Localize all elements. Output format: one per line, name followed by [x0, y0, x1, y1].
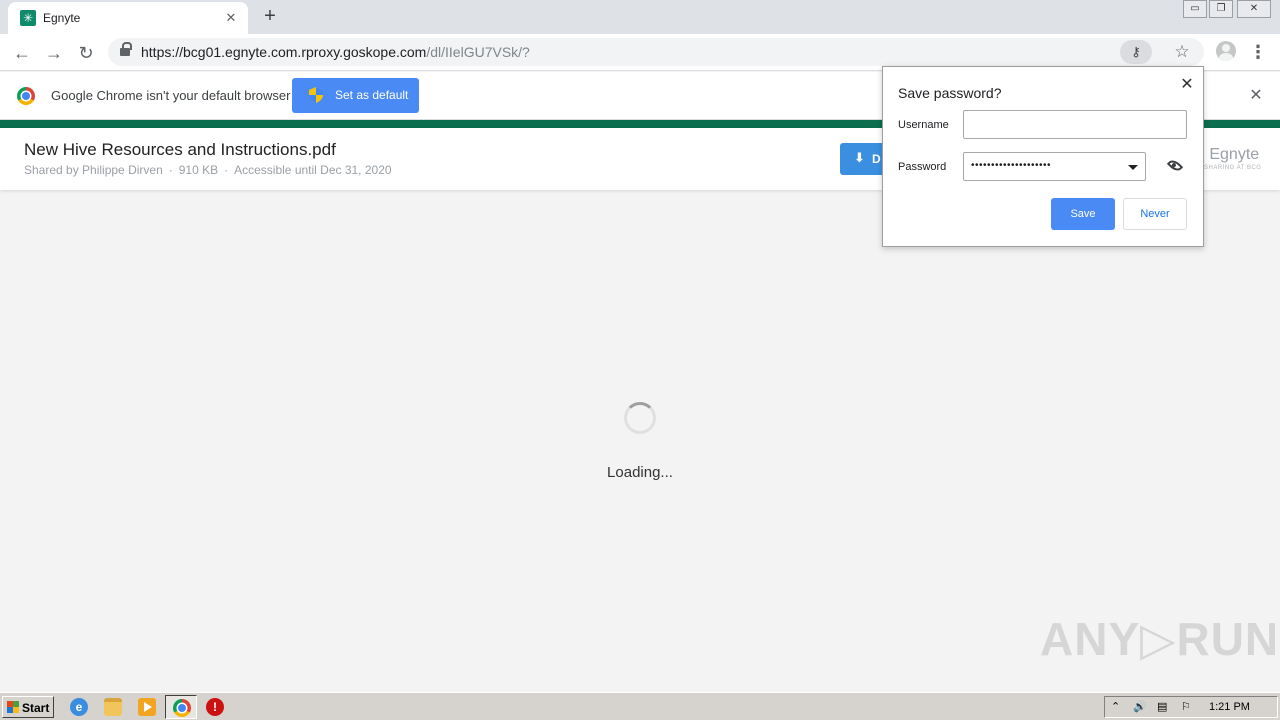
chrome-taskbar-icon — [173, 699, 191, 717]
password-label: Password — [898, 161, 947, 173]
file-explorer-icon[interactable] — [104, 698, 122, 716]
password-value: •••••••••••••••••••• — [971, 160, 1052, 171]
dialog-close-icon[interactable]: ✕ — [1177, 75, 1197, 95]
accessible-until: Accessible until Dec 31, 2020 — [234, 163, 392, 177]
tab-egnyte[interactable]: ✳ Egnyte ✕ — [8, 2, 248, 34]
chrome-logo-icon — [17, 87, 35, 105]
set-default-label: Set as default — [335, 88, 409, 102]
username-field[interactable] — [963, 110, 1187, 139]
document-meta: Shared by Philippe Dirven · 910 KB · Accessi… — [24, 163, 392, 177]
show-password-eye-icon[interactable] — [1166, 157, 1184, 174]
save-button[interactable]: Save — [1051, 198, 1115, 230]
lock-icon — [120, 42, 132, 57]
volume-icon[interactable]: 🔊 — [1133, 700, 1147, 713]
anyrun-watermark: ANY▷RUN — [1040, 613, 1280, 665]
network-icon[interactable]: ▤ — [1157, 700, 1167, 713]
action-center-flag-icon[interactable]: ⚐ — [1181, 700, 1191, 713]
window-close-button[interactable]: ✕ — [1237, 0, 1271, 18]
loading-text: Loading... — [607, 464, 673, 481]
save-password-dialog: Save password? ✕ Username Password •••••… — [882, 66, 1204, 247]
infobar-message: Google Chrome isn't your default browser — [51, 88, 291, 103]
media-player-icon[interactable] — [138, 698, 156, 716]
egnyte-tagline: SHARING AT BCG — [1204, 165, 1262, 171]
dropdown-caret-icon[interactable] — [1128, 165, 1138, 170]
tray-expand-icon[interactable]: ⌃ — [1111, 700, 1120, 713]
document-title: New Hive Resources and Instructions.pdf — [24, 140, 336, 159]
dialog-title: Save password? — [898, 85, 1002, 101]
never-button[interactable]: Never — [1123, 198, 1187, 230]
loading-spinner-icon — [624, 402, 656, 434]
download-icon: ⬇ — [854, 150, 865, 165]
taskbar-clock[interactable]: 1:21 PM — [1209, 701, 1250, 713]
windows-flag-icon — [7, 701, 19, 713]
egnyte-logo: n Egnyte — [1196, 146, 1260, 163]
shared-by: Shared by Philippe Dirven — [24, 163, 163, 177]
reload-icon[interactable]: ↻ — [74, 41, 98, 65]
internet-explorer-icon[interactable]: e — [70, 698, 88, 716]
bookmark-star-icon[interactable]: ☆ — [1170, 40, 1194, 64]
infobar-close-icon[interactable]: ✕ — [1246, 86, 1266, 106]
chrome-taskbar-button[interactable] — [165, 695, 197, 719]
file-size: 910 KB — [178, 163, 219, 177]
forward-icon[interactable]: → — [42, 41, 66, 65]
tab-strip: ✳ Egnyte ✕ + ▭ ❐ ✕ — [0, 0, 1280, 34]
new-tab-button[interactable]: + — [260, 6, 280, 26]
tab-close-icon[interactable]: ✕ — [222, 9, 240, 27]
tab-title: Egnyte — [43, 11, 81, 25]
start-button[interactable]: Start — [2, 696, 54, 718]
url-text[interactable]: https://bcg01.egnyte.com.rproxy.goskope.… — [141, 44, 530, 60]
back-icon[interactable]: ← — [10, 41, 34, 65]
address-bar[interactable]: https://bcg01.egnyte.com.rproxy.goskope.… — [108, 38, 1204, 66]
start-label: Start — [22, 701, 50, 715]
profile-avatar-icon[interactable] — [1216, 41, 1236, 61]
username-label: Username — [898, 119, 949, 131]
system-tray: ⌃ 🔊 ▤ ⚐ 1:21 PM — [1104, 696, 1278, 718]
download-label: D — [872, 152, 881, 166]
shield-icon — [309, 87, 323, 103]
password-field[interactable]: •••••••••••••••••••• — [963, 152, 1146, 181]
stop-sign-icon[interactable]: ! — [206, 698, 224, 716]
set-default-button[interactable]: Set as default — [292, 78, 419, 113]
windows-taskbar: Start e ! ⌃ 🔊 ▤ ⚐ 1:21 PM — [0, 692, 1280, 720]
egnyte-favicon-icon: ✳ — [20, 10, 36, 26]
minimize-button[interactable]: ▭ — [1183, 0, 1207, 18]
key-icon[interactable]: ⚷ — [1120, 40, 1152, 64]
maximize-button[interactable]: ❐ — [1209, 0, 1233, 18]
chrome-menu-icon[interactable]: ⋮ — [1248, 41, 1268, 65]
